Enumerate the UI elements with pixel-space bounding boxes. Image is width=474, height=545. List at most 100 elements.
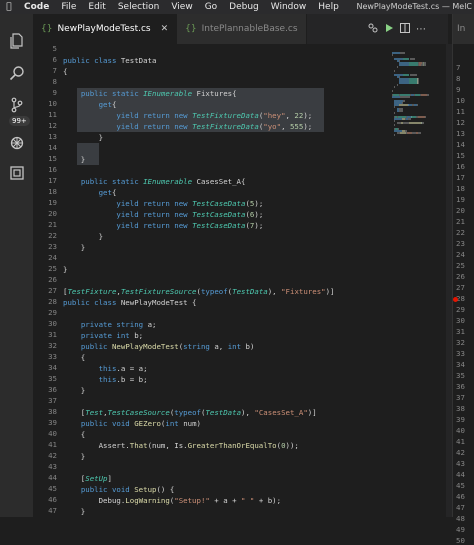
minimap-line bbox=[394, 120, 396, 122]
line-number: 17 bbox=[48, 176, 57, 185]
code-token: public void bbox=[80, 485, 135, 494]
split-line-number: 15 bbox=[456, 151, 465, 160]
code-editor[interactable]: 5 6 7 8 9 10 11 12 13 14 15 16 17 18 19 20 21 22 23 24 25 26 2… bbox=[33, 44, 388, 517]
code-line: { bbox=[63, 66, 67, 77]
code-token: "yo" bbox=[263, 122, 282, 131]
menu-help[interactable]: Help bbox=[312, 2, 345, 12]
line-number: 41 bbox=[48, 440, 57, 449]
menu-view[interactable]: View bbox=[165, 2, 198, 12]
minimap-line bbox=[425, 116, 427, 118]
code-token: private string bbox=[80, 320, 148, 329]
code-token: a, bbox=[214, 342, 228, 351]
tab-newplaymodetest[interactable]: {} NewPlayModeTest.cs ✕ bbox=[33, 14, 178, 44]
code-token: } bbox=[63, 232, 104, 241]
run-icon[interactable] bbox=[384, 23, 394, 36]
split-line-number: 45 bbox=[456, 481, 465, 490]
line-number: 36 bbox=[48, 385, 57, 394]
open-changes-icon[interactable] bbox=[368, 23, 378, 36]
code-token: this bbox=[98, 375, 117, 384]
split-line-number: 9 bbox=[456, 85, 461, 94]
minimap-line bbox=[398, 104, 408, 106]
split-line-number: 44 bbox=[456, 470, 465, 479]
code-token: } bbox=[63, 452, 86, 461]
search-icon[interactable] bbox=[6, 62, 28, 84]
code-token: TestFixtureData bbox=[192, 122, 259, 131]
line-number: 10 bbox=[48, 99, 57, 108]
code-token: public class bbox=[63, 298, 121, 307]
minimap-line bbox=[396, 84, 398, 86]
split-line-number: 36 bbox=[456, 382, 465, 391]
split-line-number: 31 bbox=[456, 327, 465, 336]
menu-edit[interactable]: Edit bbox=[82, 2, 111, 12]
code-token: "Fixtures" bbox=[281, 287, 326, 296]
explorer-icon[interactable] bbox=[6, 30, 28, 52]
minimap-line bbox=[394, 86, 396, 88]
code-line: yield return new TestFixtureData("yo", 5… bbox=[63, 121, 312, 132]
source-control-icon[interactable] bbox=[6, 94, 28, 116]
breakpoint-icon[interactable] bbox=[453, 297, 458, 302]
code-token: yield return new bbox=[116, 221, 193, 230]
minimap[interactable] bbox=[388, 44, 446, 517]
split-editor-pane: In 7 8 9 10 11 12 13 14 15 16 17 18 19 20 21 22 23 24 25 26… bbox=[452, 14, 474, 545]
split-line-number: 38 bbox=[456, 404, 465, 413]
code-token: , bbox=[281, 122, 290, 131]
code-token: )] bbox=[325, 287, 335, 296]
extensions-icon[interactable] bbox=[6, 162, 28, 184]
line-number: 37 bbox=[48, 396, 57, 405]
code-token: Test bbox=[85, 408, 104, 417]
minimap-line bbox=[392, 54, 393, 56]
code-line: } bbox=[63, 242, 85, 253]
menu-debug[interactable]: Debug bbox=[223, 2, 265, 12]
menu-go[interactable]: Go bbox=[199, 2, 223, 12]
code-token: .a = a; bbox=[116, 364, 148, 373]
code-token: ); bbox=[254, 199, 264, 208]
code-line: yield return new TestCaseData(5); bbox=[63, 198, 263, 209]
split-line-number: 41 bbox=[456, 437, 465, 446]
code-token: typeof bbox=[200, 287, 228, 296]
apple-icon[interactable]:  bbox=[0, 2, 18, 12]
split-editor-icon[interactable] bbox=[400, 22, 410, 36]
code-token: [ bbox=[63, 408, 86, 417]
code-token: () { bbox=[156, 485, 175, 494]
code-line: [SetUp] bbox=[63, 473, 112, 484]
minimap-line bbox=[399, 82, 410, 84]
menu-file[interactable]: File bbox=[55, 2, 82, 12]
code-line: public static IEnumerable Fixtures{ bbox=[63, 88, 237, 99]
debug-icon[interactable] bbox=[6, 132, 28, 154]
line-number: 15 bbox=[48, 154, 57, 163]
code-token: ), bbox=[241, 408, 255, 417]
close-icon[interactable]: ✕ bbox=[161, 24, 169, 34]
code-token: SetUp bbox=[85, 474, 108, 483]
code-line: private int b; bbox=[63, 330, 143, 341]
line-number: 20 bbox=[48, 209, 57, 218]
split-line-number: 32 bbox=[456, 338, 465, 347]
code-token: TestData bbox=[120, 56, 157, 65]
line-number: 31 bbox=[48, 330, 57, 339]
line-number-gutter: 5 6 7 8 9 10 11 12 13 14 15 16 17 18 19 20 21 22 23 24 25 26 2… bbox=[33, 44, 63, 517]
minimap-line bbox=[394, 118, 402, 120]
split-line-number: 25 bbox=[456, 261, 465, 270]
minimap-line bbox=[396, 66, 398, 68]
code-token: LogWarning bbox=[125, 496, 170, 505]
tab-inteplannablebase[interactable]: {} IntePlannableBase.cs bbox=[177, 14, 307, 44]
menu-selection[interactable]: Selection bbox=[112, 2, 165, 12]
minimap-line bbox=[394, 124, 396, 126]
minimap-line bbox=[399, 52, 405, 54]
code-token: GEZero bbox=[134, 419, 161, 428]
split-line-number: 22 bbox=[456, 228, 465, 237]
line-number: 9 bbox=[52, 88, 57, 97]
code-line: get{ bbox=[63, 187, 117, 198]
menu-window[interactable]: Window bbox=[265, 2, 313, 12]
minimap-line bbox=[417, 116, 425, 118]
more-actions-icon[interactable]: ⋯ bbox=[416, 24, 426, 35]
minimap-line bbox=[422, 122, 424, 124]
code-token: } bbox=[63, 243, 86, 252]
split-editor-tab[interactable]: In bbox=[453, 14, 474, 44]
code-token: " " bbox=[241, 496, 255, 505]
code-token: "CasesSet_A" bbox=[254, 408, 308, 417]
code-token: ), bbox=[267, 287, 282, 296]
split-line-number: 50 bbox=[456, 536, 465, 545]
code-token: )); bbox=[285, 441, 299, 450]
menu-app[interactable]: Code bbox=[18, 2, 55, 12]
